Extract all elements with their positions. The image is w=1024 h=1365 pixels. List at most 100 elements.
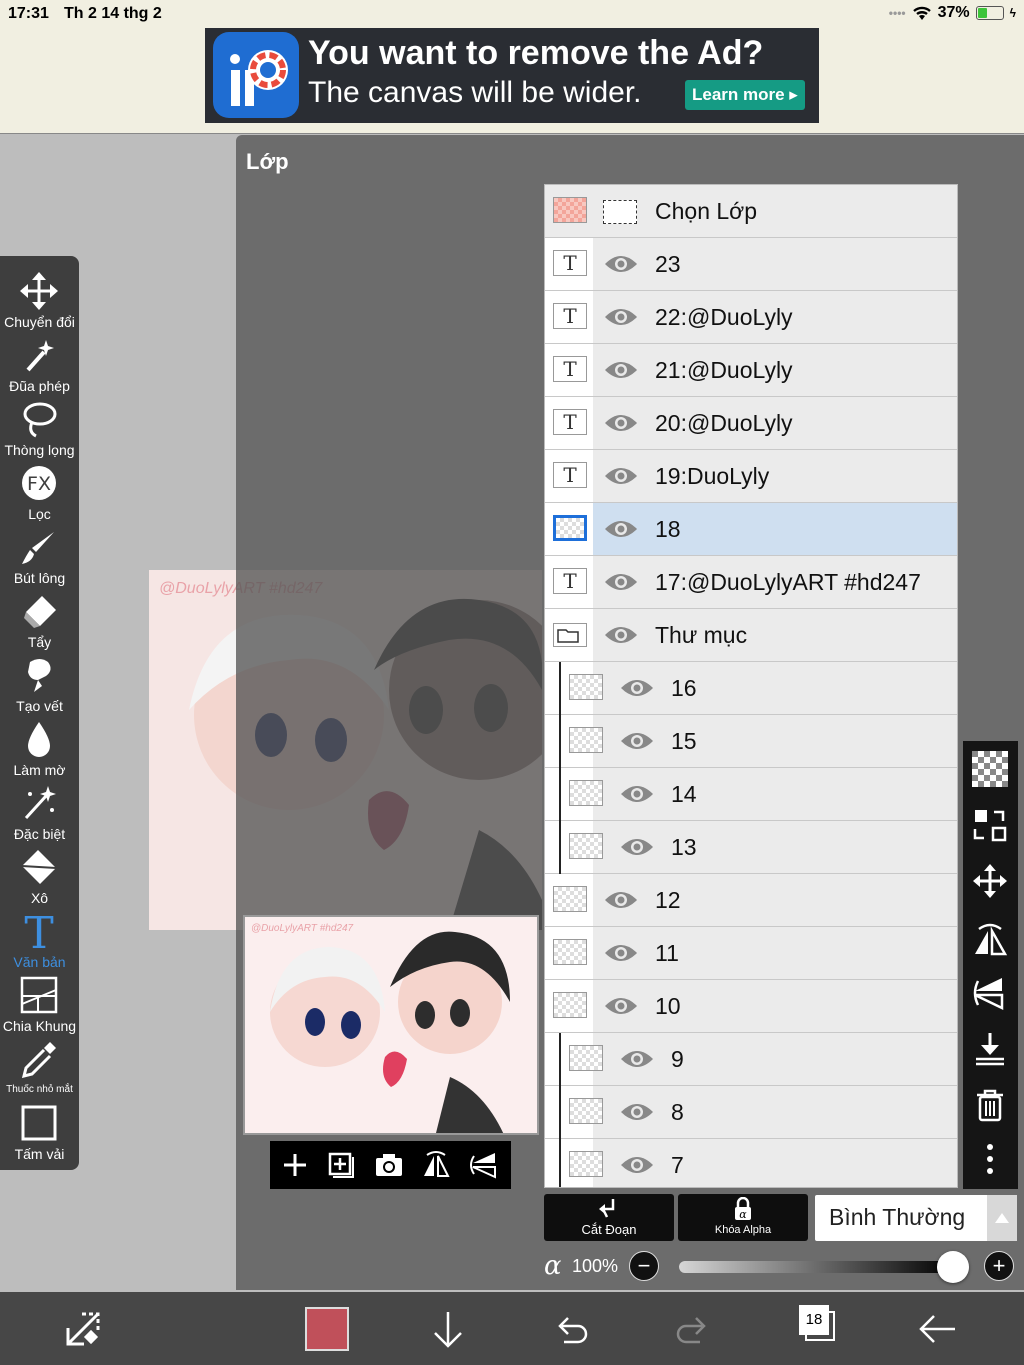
tool-lasso[interactable]: Thòng lọng (0, 394, 79, 458)
visibility-eye-icon[interactable] (603, 305, 639, 329)
brush-color-swatch[interactable] (305, 1307, 349, 1351)
opacity-increase-button[interactable]: + (984, 1251, 1014, 1281)
visibility-eye-icon[interactable] (619, 729, 655, 753)
tool-label: Thòng lọng (4, 442, 75, 458)
visibility-eye-icon[interactable] (603, 570, 639, 594)
visibility-eye-icon[interactable] (619, 1153, 655, 1177)
add-special-layer-icon[interactable] (326, 1150, 356, 1180)
layer-row[interactable]: 10 (545, 980, 957, 1033)
visibility-eye-icon[interactable] (603, 358, 639, 382)
layer-name: 8 (671, 1099, 684, 1125)
layer-row[interactable]: 9 (545, 1033, 957, 1086)
visibility-eye-icon[interactable] (603, 623, 639, 647)
layer-row[interactable]: 15 (545, 715, 957, 768)
visibility-eye-icon[interactable] (603, 411, 639, 435)
merge-down-icon[interactable] (972, 1031, 1008, 1067)
layer-row[interactable]: Thư mục (545, 609, 957, 662)
opacity-slider-track[interactable] (679, 1261, 954, 1273)
visibility-eye-icon[interactable] (619, 676, 655, 700)
ad-banner[interactable]: You want to remove the Ad? The canvas wi… (205, 28, 819, 123)
status-right: •••• 37% ϟ (889, 4, 1016, 22)
layer-thumbnail (569, 1098, 603, 1124)
more-options-icon[interactable] (972, 1141, 1008, 1177)
alpha-lock-button[interactable]: α Khóa Alpha (678, 1194, 808, 1241)
text-layer-icon: T (553, 303, 587, 329)
blend-mode-arrow-icon[interactable] (987, 1195, 1017, 1241)
flip-layer-horizontal-icon[interactable] (972, 921, 1008, 957)
visibility-eye-icon[interactable] (619, 835, 655, 859)
tool-canvas[interactable]: Tấm vải (0, 1098, 79, 1162)
opacity-decrease-button[interactable]: − (629, 1251, 659, 1281)
ad-learn-more-button[interactable]: Learn more ▸ (685, 80, 805, 110)
delete-layer-icon[interactable] (972, 1087, 1008, 1123)
layer-thumbnail (569, 674, 603, 700)
arrow-down-icon[interactable] (427, 1308, 469, 1350)
swap-layer-icon[interactable] (972, 807, 1008, 843)
layer-row[interactable]: 13 (545, 821, 957, 874)
layer-row[interactable]: T 17:@DuoLylyART #hd247 (545, 556, 957, 609)
layer-row[interactable]: T 22:@DuoLyly (545, 291, 957, 344)
tool-fx-filter[interactable]: FX Lọc (0, 458, 79, 522)
status-date: Th 2 14 thg 2 (64, 5, 162, 22)
layer-row[interactable]: T 21:@DuoLyly (545, 344, 957, 397)
tool-label: Tấm vải (14, 1146, 65, 1162)
add-layer-icon[interactable] (280, 1150, 310, 1180)
layer-row[interactable]: 11 (545, 927, 957, 980)
camera-icon[interactable] (374, 1150, 404, 1180)
tool-brush[interactable]: Bút lông (0, 522, 79, 586)
flip-layer-vertical-icon[interactable] (972, 975, 1008, 1011)
tool-smudge[interactable]: Tạo vết (0, 650, 79, 714)
layer-row[interactable]: 16 (545, 662, 957, 715)
layer-list[interactable]: Chọn Lớp T 23 T 22:@DuoLyly T 21:@DuoLyly T 20:… (544, 184, 958, 1188)
tool-bucket[interactable]: Xô (0, 842, 79, 906)
ad-subtitle: The canvas will be wider. (308, 76, 642, 109)
bucket-icon (21, 850, 57, 884)
move-layer-icon[interactable] (972, 863, 1008, 899)
text-layer-icon: T (553, 409, 587, 435)
tool-text[interactable]: T Văn bản (0, 906, 79, 970)
back-arrow-icon[interactable] (917, 1308, 959, 1350)
layer-row[interactable]: 12 (545, 874, 957, 927)
canvas-preview[interactable]: @DuoLylyART #hd247 (243, 915, 539, 1135)
layer-row[interactable]: T 19:DuoLyly (545, 450, 957, 503)
opacity-slider-handle[interactable] (937, 1251, 969, 1283)
tool-magic-wand[interactable]: Đũa phép (0, 330, 79, 394)
redo-icon[interactable] (672, 1308, 714, 1350)
layer-row[interactable]: 18 (545, 503, 957, 556)
tool-frame-divider[interactable]: Chia Khung (0, 970, 79, 1034)
visibility-eye-icon[interactable] (603, 252, 639, 276)
visibility-eye-icon[interactable] (603, 994, 639, 1018)
layer-row[interactable]: 14 (545, 768, 957, 821)
flip-vertical-icon[interactable] (469, 1150, 499, 1180)
visibility-eye-icon[interactable] (603, 888, 639, 912)
transparency-checker-icon[interactable] (972, 751, 1008, 787)
visibility-eye-icon[interactable] (619, 1047, 655, 1071)
layer-row[interactable]: T 20:@DuoLyly (545, 397, 957, 450)
tool-eraser[interactable]: Tẩy (0, 586, 79, 650)
layer-name: 9 (671, 1046, 684, 1072)
blend-mode-select[interactable]: Bình Thường (815, 1195, 1017, 1241)
tree-branch (559, 821, 561, 874)
preview-toolbar (270, 1141, 511, 1189)
visibility-eye-icon[interactable] (603, 941, 639, 965)
layers-button[interactable]: 18 (798, 1304, 838, 1344)
flip-horizontal-icon[interactable] (421, 1150, 451, 1180)
visibility-eye-icon[interactable] (603, 464, 639, 488)
layer-row[interactable]: 7 (545, 1139, 957, 1187)
layer-row[interactable]: 8 (545, 1086, 957, 1139)
folder-icon (553, 623, 587, 647)
tool-eyedropper[interactable]: Thuốc nhỏ mắt (0, 1034, 79, 1098)
tool-blur[interactable]: Làm mờ (0, 714, 79, 778)
select-layer-row[interactable]: Chọn Lớp (545, 185, 957, 238)
undo-icon[interactable] (550, 1308, 592, 1350)
layer-thumbnail (553, 515, 587, 541)
layer-row[interactable]: T 23 (545, 238, 957, 291)
visibility-eye-icon[interactable] (619, 782, 655, 806)
tool-special[interactable]: Đặc biệt (0, 778, 79, 842)
layer-name: 22:@DuoLyly (655, 304, 793, 330)
transform-tool-icon[interactable] (62, 1308, 104, 1350)
visibility-eye-icon[interactable] (619, 1100, 655, 1124)
visibility-eye-icon[interactable] (603, 517, 639, 541)
clipping-button[interactable]: Cắt Đoạn (544, 1194, 674, 1241)
tool-move[interactable]: Chuyển đổi (0, 266, 79, 330)
